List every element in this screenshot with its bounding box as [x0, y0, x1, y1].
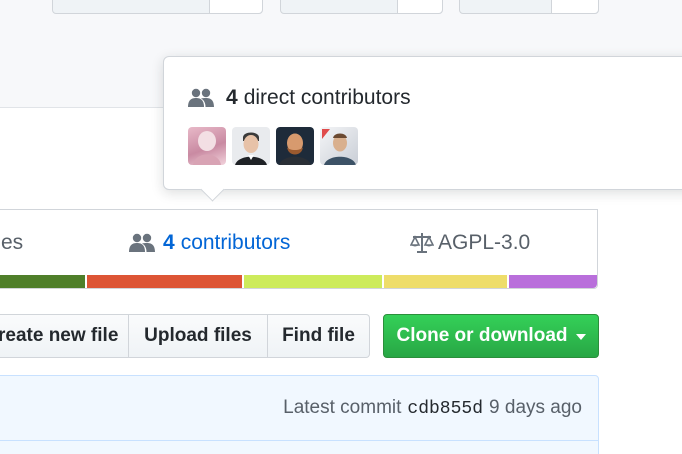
hovercard-count: 4 — [226, 86, 238, 109]
language-segment[interactable] — [381, 275, 508, 288]
fork-count[interactable] — [551, 0, 598, 13]
clone-or-download-label: Clone or download — [396, 325, 568, 346]
avatar[interactable] — [232, 127, 270, 165]
create-new-file-label: reate new file — [0, 325, 119, 346]
fork-button[interactable] — [459, 0, 599, 14]
caret-down-icon — [575, 334, 586, 340]
latest-commit-info: Latest commit cdb855d 9 days ago — [283, 397, 582, 419]
commit-sha-link[interactable]: cdb855d — [407, 399, 483, 419]
watch-button[interactable] — [52, 0, 263, 14]
latest-commit-bar: Latest commit cdb855d 9 days ago — [0, 375, 599, 454]
hovercard-title: 4 direct contributors — [188, 86, 411, 110]
watch-count[interactable] — [209, 0, 262, 13]
stat-partial[interactable]: es — [1, 231, 23, 255]
latest-commit-prefix: Latest commit — [283, 397, 402, 418]
upload-files-label: Upload files — [144, 325, 252, 346]
license-label: AGPL-3.0 — [438, 231, 531, 254]
contributor-avatars — [188, 127, 358, 165]
contributors-hovercard: 4 direct contributors — [163, 56, 682, 202]
language-bar[interactable] — [0, 275, 597, 288]
language-segment[interactable] — [84, 275, 243, 288]
stat-partial-label: es — [1, 231, 24, 254]
language-segment[interactable] — [242, 275, 382, 288]
repo-stats-bar: es 4 contributors AGPL-3.0 — [0, 209, 598, 289]
stat-contributors[interactable]: 4 contributors — [129, 231, 290, 255]
file-actions: reate new file Upload files Find file — [0, 314, 370, 358]
clone-or-download-button[interactable]: Clone or download — [383, 314, 599, 358]
avatar[interactable] — [320, 127, 358, 165]
contributors-label: contributors — [180, 231, 291, 254]
create-new-file-button[interactable]: reate new file — [0, 314, 129, 358]
commit-divider — [0, 440, 598, 441]
avatar[interactable] — [188, 127, 226, 165]
contributors-count: 4 — [163, 231, 175, 254]
avatar[interactable] — [276, 127, 314, 165]
people-icon — [129, 233, 155, 252]
star-count[interactable] — [397, 0, 442, 13]
language-segment[interactable] — [507, 275, 597, 288]
hovercard-label: direct contributors — [243, 86, 411, 109]
people-icon — [188, 88, 214, 107]
star-button[interactable] — [280, 0, 443, 14]
commit-age: 9 days ago — [489, 397, 582, 418]
find-file-label: Find file — [282, 325, 355, 346]
language-segment[interactable] — [0, 275, 85, 288]
find-file-button[interactable]: Find file — [268, 314, 370, 358]
upload-files-button[interactable]: Upload files — [129, 314, 268, 358]
stat-license[interactable]: AGPL-3.0 — [410, 231, 530, 255]
repository-page: es 4 contributors AGPL-3.0 4 direct cont… — [0, 0, 682, 454]
law-icon — [410, 233, 434, 253]
